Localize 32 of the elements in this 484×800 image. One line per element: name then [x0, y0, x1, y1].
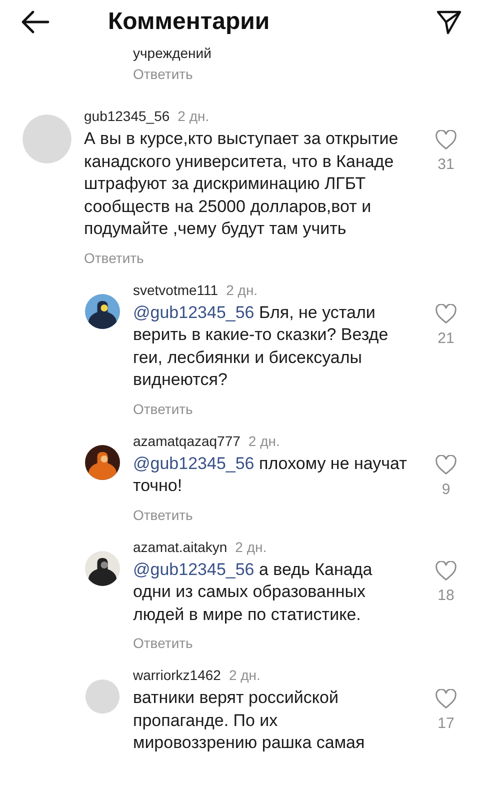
username[interactable]: warriorkz1462: [133, 667, 221, 683]
like-count: 9: [442, 480, 450, 498]
heart-icon[interactable]: [435, 454, 457, 474]
timestamp: 2 дн.: [228, 667, 260, 683]
comment-text: А вы в курсе,кто выступает за открытие канадского университета, что в Канаде штрафуют за дискриминацию ЛГБТ сообществ на 25000 долларов,вот и подумайте ,чему будут там учить: [84, 128, 400, 240]
heart-icon[interactable]: [435, 304, 457, 324]
comment-text: @gub12345_56 а ведь Канада одни из самых образованных людей в мире по статистике.: [133, 558, 374, 626]
like-count: 18: [438, 586, 454, 604]
like-count: 21: [438, 330, 454, 346]
like-count: 17: [438, 715, 454, 732]
screen-title: Комментарии: [108, 8, 271, 36]
timestamp: 2 дн.: [178, 108, 210, 124]
comment-text: учреждений: [133, 45, 212, 61]
mention-link[interactable]: @gub12345_56: [133, 454, 254, 472]
username[interactable]: azamatqazaq777: [133, 432, 240, 448]
username[interactable]: svetvotme111: [133, 282, 218, 298]
mention-link[interactable]: @gub12345_56: [133, 302, 254, 322]
timestamp: 2 дн.: [248, 432, 280, 448]
like-count: 31: [438, 156, 454, 173]
back-arrow-icon[interactable]: [20, 10, 50, 34]
mention-link[interactable]: @gub12345_56: [133, 560, 254, 578]
comment-text: ватники верят российской пропаганде. По их мировоззрению рашка самая: [133, 687, 366, 754]
heart-icon[interactable]: [435, 560, 457, 580]
comment-text: @gub12345_56 Бля, не устали верить в какие-то сказки? Везде геи, лесбиянки и бисексуалы виднеются?: [133, 302, 390, 391]
username[interactable]: azamat.aitakyn: [133, 538, 228, 554]
comment-text: @gub12345_56 плохому не научат точно!: [133, 452, 408, 497]
timestamp: 2 дн.: [235, 538, 267, 554]
timestamp: 2 дн.: [226, 282, 258, 298]
username[interactable]: gub12345_56: [84, 108, 170, 124]
heart-icon[interactable]: [435, 689, 457, 709]
heart-icon[interactable]: [435, 130, 457, 150]
send-icon[interactable]: [436, 9, 462, 35]
